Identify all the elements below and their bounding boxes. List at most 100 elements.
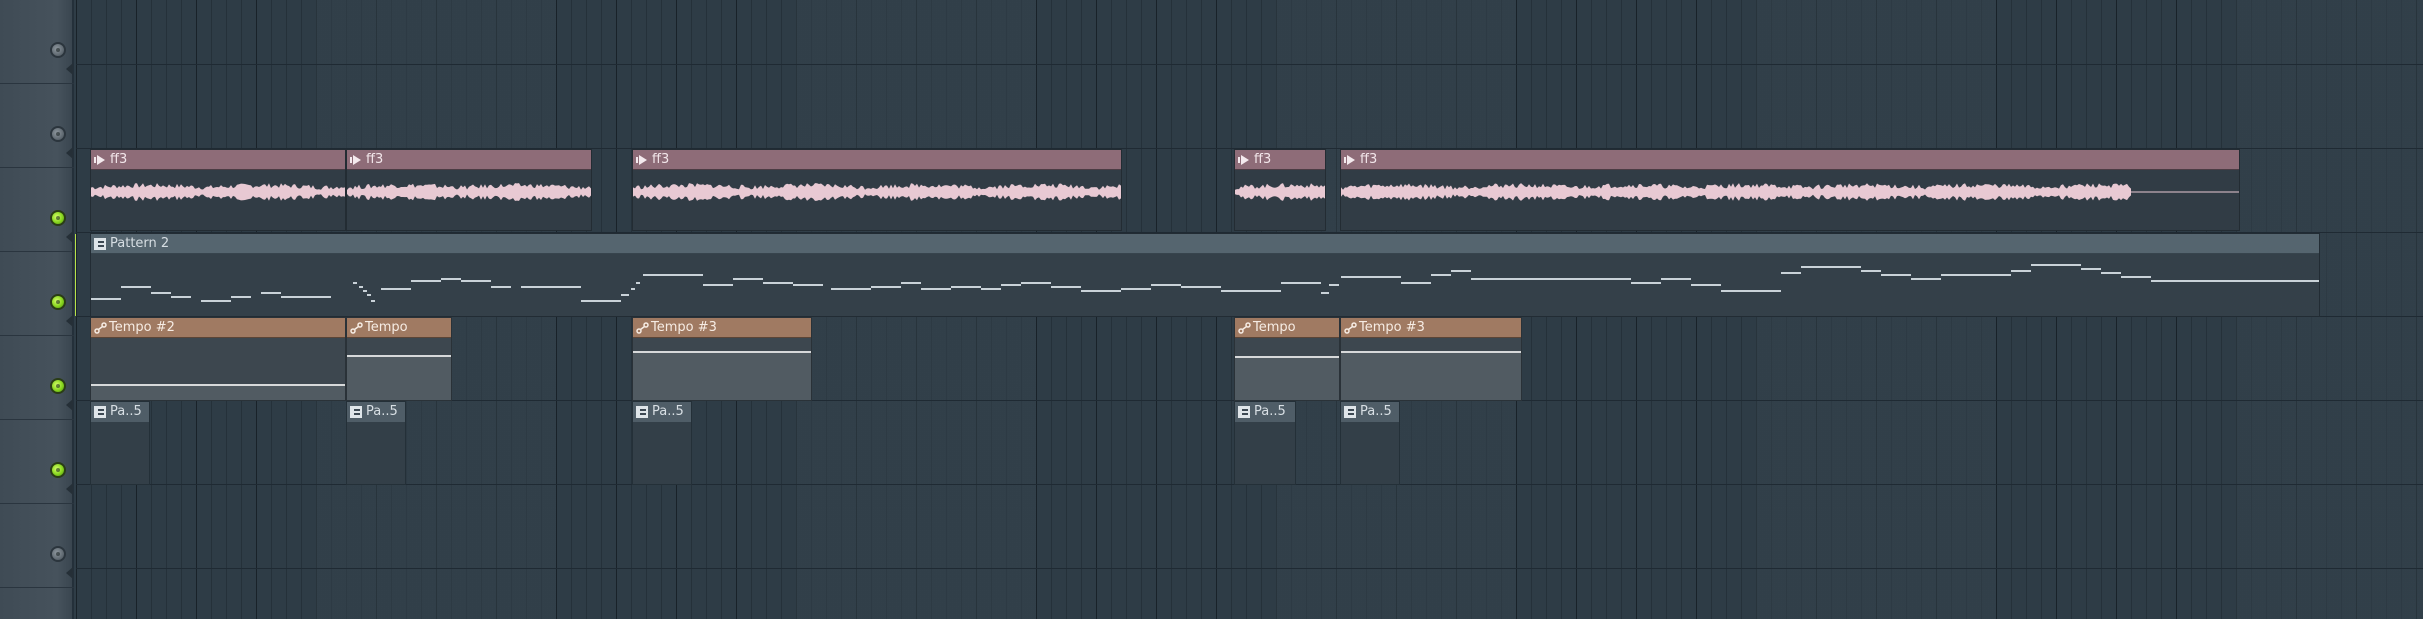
audio-clip-title: ff3 — [347, 150, 591, 170]
pattern-icon — [350, 406, 362, 418]
automation-curve — [1341, 338, 1521, 400]
note-mark — [703, 284, 733, 286]
waveform-shape — [1235, 183, 1325, 201]
track-6-led[interactable] — [50, 462, 66, 478]
small-pattern-clip-label: Pa..5 — [110, 404, 142, 419]
audio-clip[interactable]: ff3 — [346, 149, 592, 231]
automation-fill — [347, 356, 451, 400]
track-header-6[interactable] — [0, 420, 74, 504]
automation-line — [1341, 351, 1521, 353]
track-3-grip-icon — [66, 231, 73, 243]
note-mark — [201, 300, 231, 302]
automation-fill — [633, 352, 811, 400]
automation-icon — [94, 321, 107, 334]
small-pattern-clip[interactable]: Pa..5 — [346, 401, 406, 485]
note-mark — [1781, 272, 1801, 274]
small-pattern-clip-label: Pa..5 — [1254, 404, 1286, 419]
automation-clip-label: Tempo #2 — [109, 319, 175, 335]
note-mark — [1691, 284, 1721, 286]
pattern-clip[interactable]: Pattern 2 — [90, 233, 2320, 317]
small-pattern-clip[interactable]: Pa..5 — [1340, 401, 1400, 485]
audio-clip[interactable]: ff3 — [1234, 149, 1326, 231]
note-mark — [1801, 266, 1861, 268]
note-mark — [636, 282, 640, 284]
track-7-led[interactable] — [50, 546, 66, 562]
small-pattern-clip-label: Pa..5 — [1360, 404, 1392, 419]
automation-clip[interactable]: Tempo #2 — [90, 317, 346, 401]
note-mark — [621, 294, 629, 296]
automation-clip[interactable]: Tempo #3 — [1340, 317, 1522, 401]
pattern-clip-title: Pattern 2 — [91, 234, 2319, 254]
small-pattern-clip[interactable]: Pa..5 — [1234, 401, 1296, 485]
note-preview — [91, 264, 2319, 302]
waveform — [91, 170, 345, 230]
track-header-2[interactable] — [0, 84, 74, 168]
note-mark — [1341, 276, 1401, 278]
pattern-icon — [636, 406, 648, 418]
automation-clip-label: Tempo — [1253, 319, 1296, 335]
small-pattern-clip-label: Pa..5 — [652, 404, 684, 419]
small-pattern-clip[interactable]: Pa..5 — [632, 401, 692, 485]
automation-fill — [1341, 352, 1521, 400]
waveform-svg — [91, 183, 345, 201]
small-pattern-clip-title: Pa..5 — [347, 402, 405, 422]
small-pattern-body — [91, 422, 149, 484]
track-2-led[interactable] — [50, 126, 66, 142]
track-3-led[interactable] — [50, 210, 66, 226]
note-mark — [353, 282, 357, 284]
track-1-grip-icon — [66, 63, 73, 75]
note-mark — [2151, 280, 2319, 282]
track-header-1[interactable] — [0, 0, 74, 84]
track-5-led[interactable] — [50, 378, 66, 394]
note-mark — [1329, 284, 1339, 286]
automation-clip[interactable]: Tempo — [1234, 317, 1340, 401]
note-mark — [363, 290, 367, 292]
note-mark — [1051, 286, 1081, 288]
automation-clip[interactable]: Tempo #3 — [632, 317, 812, 401]
playlist-area[interactable]: ff3 ff3 ff3 ff3 ff3 Pattern 2 Tempo #2 T… — [76, 0, 2423, 619]
track-1-led[interactable] — [50, 42, 66, 58]
track-header-3[interactable] — [0, 168, 74, 252]
audio-clip[interactable]: ff3 — [632, 149, 1122, 231]
automation-icon — [636, 321, 649, 334]
track-5-grip-icon — [66, 399, 73, 411]
note-mark — [381, 288, 411, 290]
note-mark — [831, 288, 871, 290]
note-mark — [371, 300, 375, 302]
automation-line — [347, 355, 451, 357]
note-mark — [231, 296, 251, 298]
automation-curve — [91, 338, 345, 400]
small-pattern-clip-label: Pa..5 — [366, 404, 398, 419]
note-mark — [981, 288, 1001, 290]
audio-clip[interactable]: ff3 — [90, 149, 346, 231]
track-header-5[interactable] — [0, 336, 74, 420]
automation-clip-label: Tempo — [365, 319, 408, 335]
track-4-led[interactable] — [50, 294, 66, 310]
track-4-grip-icon — [66, 315, 73, 327]
automation-curve — [633, 338, 811, 400]
waveform-svg — [1341, 183, 2239, 201]
small-pattern-body — [1341, 422, 1399, 484]
lane-divider — [76, 568, 2423, 569]
waveform-shape — [91, 183, 345, 201]
track-header-7[interactable] — [0, 504, 74, 588]
small-pattern-clip-title: Pa..5 — [91, 402, 149, 422]
automation-icon — [1238, 321, 1251, 334]
automation-line — [1235, 356, 1339, 358]
automation-curve — [1235, 338, 1339, 400]
note-mark — [1631, 282, 1661, 284]
note-mark — [1121, 288, 1151, 290]
automation-clip[interactable]: Tempo — [346, 317, 452, 401]
note-mark — [2121, 276, 2151, 278]
note-mark — [793, 284, 823, 286]
note-mark — [1281, 282, 1321, 284]
automation-clip-title: Tempo #3 — [633, 318, 811, 338]
small-pattern-clip-title: Pa..5 — [1235, 402, 1295, 422]
track-header-4[interactable] — [0, 252, 74, 336]
pattern-clip-label: Pattern 2 — [110, 235, 170, 251]
audio-clip[interactable]: ff3 — [1340, 149, 2240, 231]
pattern-icon — [1344, 406, 1356, 418]
small-pattern-body — [633, 422, 691, 484]
small-pattern-clip[interactable]: Pa..5 — [90, 401, 150, 485]
small-pattern-body — [347, 422, 405, 484]
